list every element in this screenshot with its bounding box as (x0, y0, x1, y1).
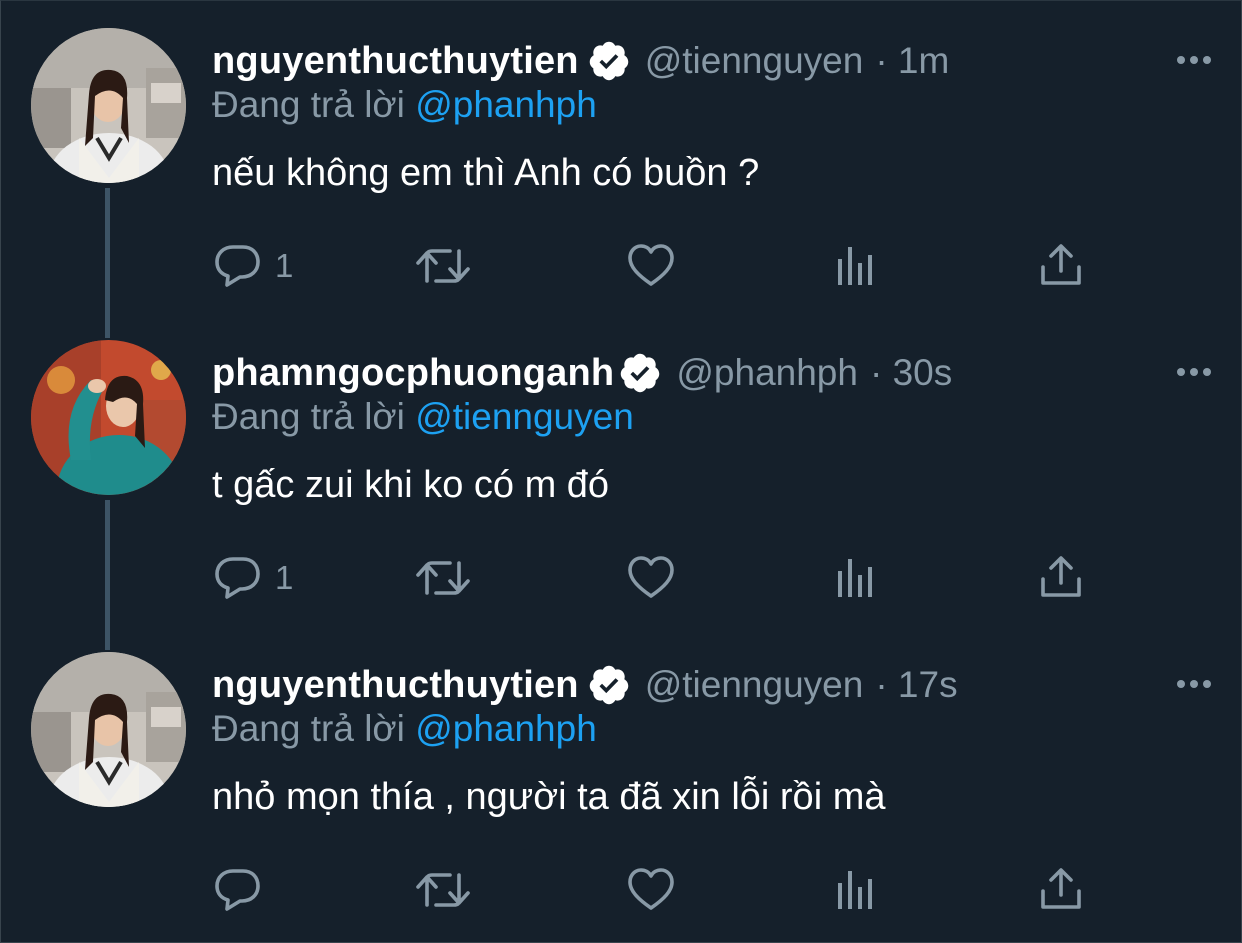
reply-count: 1 (275, 247, 294, 284)
reply-bubble-icon (215, 557, 260, 599)
replying-to-line: Đang trả lời @phanhph (212, 708, 597, 750)
replying-label: Đang trả lời (212, 396, 405, 437)
verified-badge-icon (587, 663, 631, 707)
replying-label: Đang trả lời (212, 84, 405, 125)
more-dots-icon[interactable] (1174, 664, 1214, 704)
avatar[interactable] (31, 28, 186, 183)
tweet-timestamp[interactable]: · 30s (870, 352, 952, 394)
tweet-text: t gấc zui khi ko có m đó (212, 464, 610, 506)
verified-badge-icon (618, 351, 662, 395)
analytics-bars-icon (838, 559, 872, 597)
retweet-button[interactable] (414, 864, 472, 916)
avatar[interactable] (31, 652, 186, 807)
reply-button[interactable]: 1 (213, 240, 293, 292)
tweet-3[interactable]: nguyenthucthuytien @tiennguyen · 17s Đan… (0, 624, 1242, 936)
analytics-button[interactable] (834, 552, 878, 604)
more-dots-icon[interactable] (1174, 40, 1214, 80)
analytics-bars-icon (838, 247, 872, 285)
verified-badge-icon (587, 39, 631, 83)
share-button[interactable] (1038, 240, 1084, 292)
reply-bubble-icon (215, 869, 260, 911)
like-button[interactable] (626, 552, 676, 604)
analytics-bars-icon (838, 871, 872, 909)
tweet-text: nếu không em thì Anh có buồn ? (212, 152, 760, 194)
analytics-button[interactable] (834, 864, 878, 916)
reply-bubble-icon (215, 245, 260, 287)
retweet-icon (416, 561, 470, 595)
replying-to-line: Đang trả lời @tiennguyen (212, 396, 634, 438)
tweet-1[interactable]: nguyenthucthuytien @tiennguyen · 1m Đang… (0, 0, 1242, 312)
heart-icon (628, 556, 674, 598)
user-handle[interactable]: @tiennguyen (645, 40, 864, 82)
display-name[interactable]: nguyenthucthuytien (212, 664, 579, 707)
user-handle[interactable]: @phanhph (676, 352, 858, 394)
display-name[interactable]: nguyenthucthuytien (212, 40, 579, 83)
share-upload-icon (1041, 556, 1081, 597)
reply-button[interactable]: 1 (213, 552, 293, 604)
heart-icon (628, 868, 674, 910)
tweet-timestamp[interactable]: · 17s (875, 664, 957, 706)
reply-button[interactable] (213, 864, 275, 916)
share-button[interactable] (1038, 864, 1084, 916)
retweet-button[interactable] (414, 240, 472, 292)
retweet-button[interactable] (414, 552, 472, 604)
mention-link[interactable]: @tiennguyen (415, 396, 634, 437)
share-upload-icon (1041, 868, 1081, 909)
heart-icon (628, 244, 674, 286)
user-handle[interactable]: @tiennguyen (645, 664, 864, 706)
display-name[interactable]: phamngocphuonganh (212, 352, 614, 395)
avatar[interactable] (31, 340, 186, 495)
replying-label: Đang trả lời (212, 708, 405, 749)
mention-link[interactable]: @phanhph (415, 708, 597, 749)
retweet-icon (416, 249, 470, 283)
share-upload-icon (1041, 244, 1081, 285)
share-button[interactable] (1038, 552, 1084, 604)
like-button[interactable] (626, 864, 676, 916)
tweet-2[interactable]: phamngocphuonganh @phanhph · 30s Đang tr… (0, 312, 1242, 624)
tweet-timestamp[interactable]: · 1m (875, 40, 949, 82)
like-button[interactable] (626, 240, 676, 292)
tweet-header: nguyenthucthuytien @tiennguyen · 17s (212, 660, 958, 710)
mention-link[interactable]: @phanhph (415, 84, 597, 125)
analytics-button[interactable] (834, 240, 878, 292)
tweet-header: phamngocphuonganh @phanhph · 30s (212, 348, 952, 398)
replying-to-line: Đang trả lời @phanhph (212, 84, 597, 126)
tweet-text: nhỏ mọn thía , người ta đã xin lỗi rồi m… (212, 776, 886, 818)
tweet-header: nguyenthucthuytien @tiennguyen · 1m (212, 36, 949, 86)
more-dots-icon[interactable] (1174, 352, 1214, 392)
retweet-icon (416, 873, 470, 907)
reply-count: 1 (275, 559, 294, 596)
